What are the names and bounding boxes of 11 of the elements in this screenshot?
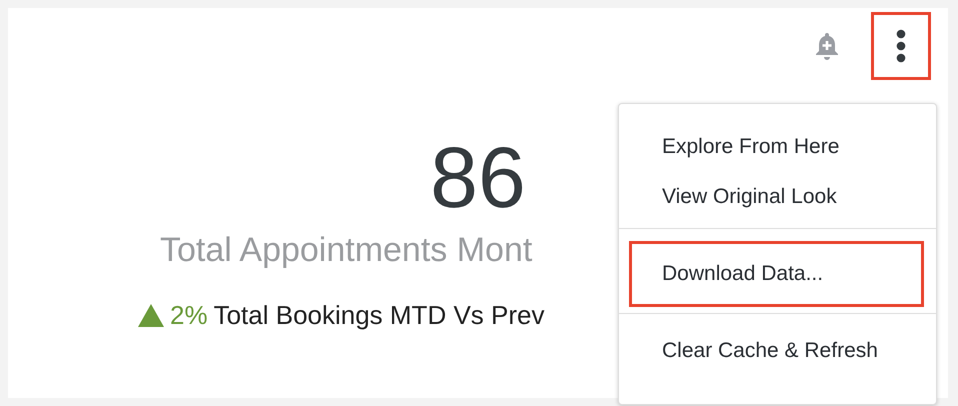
menu-item[interactable]: Download Data...: [629, 241, 924, 307]
menu-item[interactable]: Explore From Here: [629, 122, 924, 172]
change-percent: 2%: [170, 300, 208, 331]
more-icon: [896, 29, 906, 63]
metric-value: 86: [430, 135, 526, 221]
bell-plus-icon: [813, 31, 841, 61]
metric-title: Total Appointments Mont: [159, 231, 534, 270]
comparison-label: Total Bookings MTD Vs Prev: [214, 300, 544, 331]
more-options-button[interactable]: [871, 12, 931, 80]
menu-item[interactable]: Clear Cache & Refresh: [629, 326, 924, 376]
menu-item[interactable]: View Original Look: [629, 172, 924, 222]
